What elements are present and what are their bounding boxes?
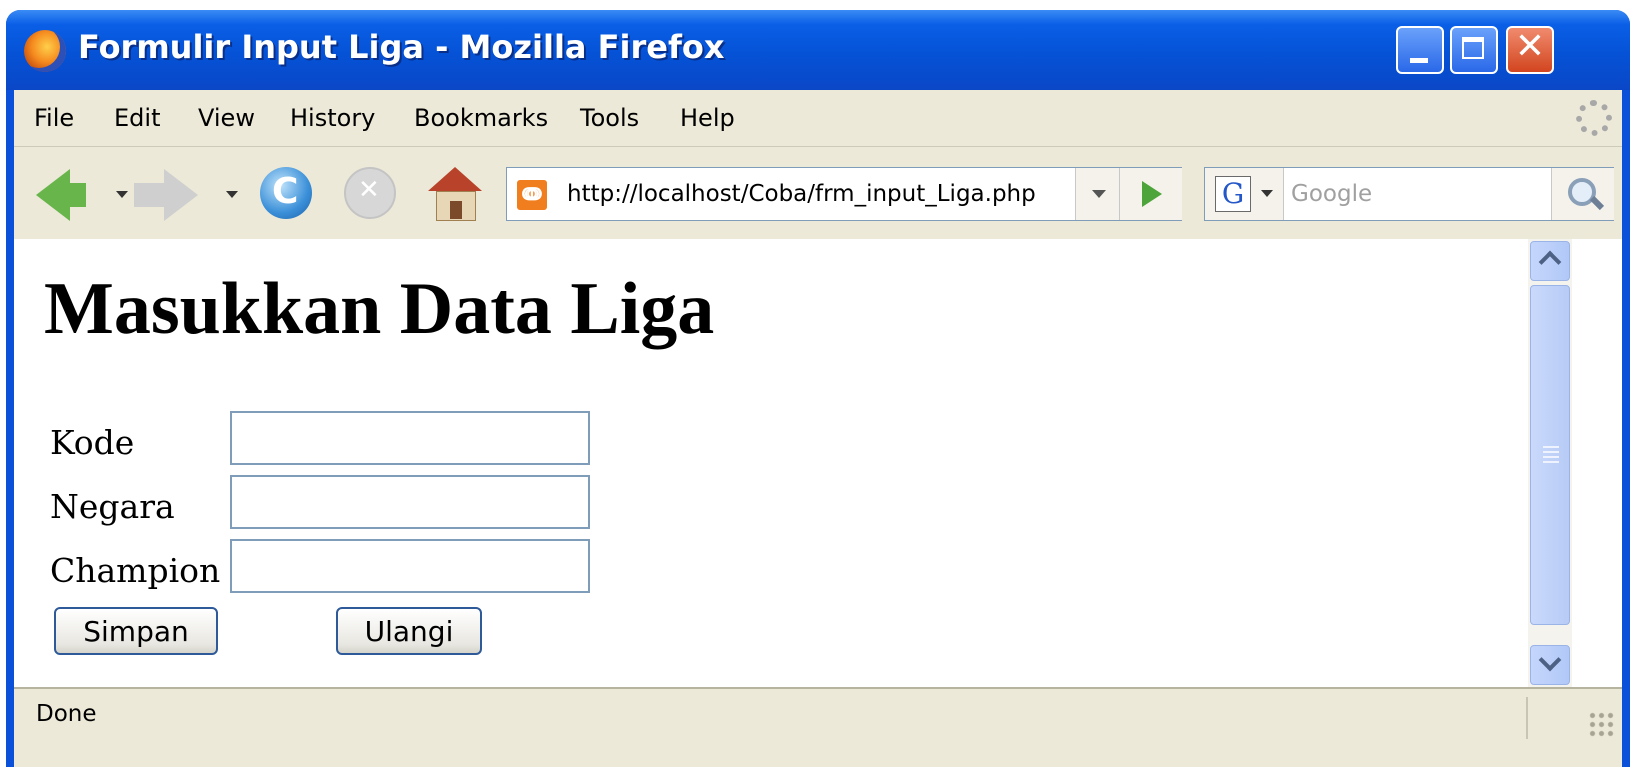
address-bar[interactable]: ↈ http://localhost/Coba/frm_input_Liga.p… — [506, 167, 1182, 221]
scroll-down-icon[interactable] — [1530, 645, 1570, 685]
menu-bar: File Edit View History Bookmarks Tools H… — [14, 90, 1622, 147]
browser-chrome: File Edit View History Bookmarks Tools H… — [14, 90, 1622, 241]
vertical-scrollbar[interactable] — [1528, 239, 1572, 687]
url-history-dropdown-icon[interactable] — [1075, 168, 1120, 220]
go-button-icon[interactable] — [1119, 168, 1182, 220]
reload-icon[interactable] — [260, 167, 312, 219]
champion-input[interactable] — [230, 539, 590, 593]
minimize-button[interactable] — [1396, 26, 1444, 74]
status-divider — [1526, 697, 1528, 739]
url-text[interactable]: http://localhost/Coba/frm_input_Liga.php — [567, 181, 1036, 207]
back-history-dropdown-icon[interactable] — [116, 191, 128, 198]
title-bar[interactable]: Formulir Input Liga - Mozilla Firefox ✕ — [6, 10, 1630, 90]
resize-grip-icon[interactable] — [1588, 711, 1616, 739]
menu-view[interactable]: View — [198, 104, 255, 132]
menu-help[interactable]: Help — [680, 104, 735, 132]
search-engine-selector[interactable]: G — [1205, 168, 1284, 220]
simpan-button[interactable]: Simpan — [54, 607, 218, 655]
firefox-logo-icon — [24, 30, 66, 72]
window-title: Formulir Input Liga - Mozilla Firefox — [78, 28, 725, 66]
search-button[interactable] — [1551, 168, 1614, 220]
site-favicon-icon: ↈ — [517, 180, 547, 210]
scroll-up-icon[interactable] — [1530, 241, 1570, 281]
back-arrow-icon[interactable] — [36, 169, 86, 221]
status-bar: Done — [14, 687, 1622, 767]
browser-window: Formulir Input Liga - Mozilla Firefox ✕ … — [6, 10, 1630, 767]
close-icon: ✕ — [1514, 26, 1546, 67]
scroll-thumb[interactable] — [1530, 285, 1570, 625]
google-logo-icon: G — [1215, 176, 1251, 212]
maximize-button[interactable] — [1450, 26, 1498, 74]
forward-arrow-icon[interactable] — [134, 169, 198, 221]
menu-file[interactable]: File — [34, 104, 74, 132]
page-content: Masukkan Data Liga Kode Negara Champion … — [14, 239, 1622, 687]
ulangi-button[interactable]: Ulangi — [336, 607, 482, 655]
navigation-toolbar: ↈ http://localhost/Coba/frm_input_Liga.p… — [14, 147, 1622, 241]
status-text: Done — [36, 701, 97, 727]
engine-dropdown-icon — [1261, 190, 1273, 197]
close-button[interactable]: ✕ — [1506, 26, 1554, 74]
home-icon[interactable] — [428, 167, 482, 221]
search-bar[interactable]: G — [1204, 167, 1614, 221]
menu-history[interactable]: History — [290, 104, 375, 132]
menu-bookmarks[interactable]: Bookmarks — [414, 104, 548, 132]
search-input[interactable] — [1291, 168, 1513, 220]
forward-history-dropdown-icon[interactable] — [226, 191, 238, 198]
menu-edit[interactable]: Edit — [114, 104, 160, 132]
label-champion: Champion — [50, 551, 221, 590]
throbber-icon — [1576, 100, 1612, 136]
page-title: Masukkan Data Liga — [44, 268, 715, 350]
label-kode: Kode — [50, 423, 135, 462]
menu-tools[interactable]: Tools — [580, 104, 639, 132]
negara-input[interactable] — [230, 475, 590, 529]
label-negara: Negara — [50, 487, 175, 526]
stop-icon[interactable] — [344, 167, 396, 219]
kode-input[interactable] — [230, 411, 590, 465]
